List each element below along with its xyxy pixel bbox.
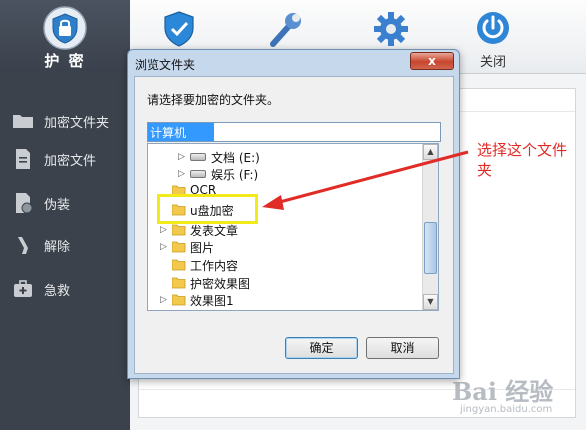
sidebar-item-label: 加密文件 xyxy=(44,154,97,169)
sidebar: 加密文件夹 加密文件 伪装 解除 急救 xyxy=(0,74,130,430)
shield-check-icon xyxy=(164,11,194,47)
tree-item-drive-f[interactable]: ▷ 娱乐 (F:) xyxy=(148,165,418,183)
folder-icon xyxy=(13,115,33,128)
tree-item-label: 娱乐 (F:) xyxy=(211,168,259,182)
sidebar-item-disguise[interactable]: 伪装 xyxy=(0,182,130,224)
folder-icon xyxy=(172,241,186,253)
tree-scrollbar[interactable]: ▲ ▼ xyxy=(422,144,438,310)
tree-item-folder[interactable]: 工作内容 xyxy=(148,256,418,274)
tree-item-label: 护密效果图 xyxy=(190,277,251,291)
toolbar-close-label: 关闭 xyxy=(479,55,506,70)
expand-arrow-icon[interactable]: ▷ xyxy=(178,152,185,162)
selection-highlight-box xyxy=(157,194,258,224)
tree-item-drive-e[interactable]: ▷ 文档 (E:) xyxy=(148,148,418,166)
baidu-watermark: Bai 经验 jingyan.baidu.com xyxy=(452,372,572,422)
toolbar-protect-button[interactable]: 护 密 xyxy=(0,0,130,74)
folder-icon xyxy=(172,277,186,289)
cancel-button[interactable]: 取消 xyxy=(366,337,439,359)
shield-lock-icon xyxy=(43,6,87,50)
expand-arrow-icon[interactable]: ▷ xyxy=(160,295,167,305)
disguise-icon xyxy=(16,193,33,214)
folder-icon xyxy=(172,224,186,236)
watermark-url: jingyan.baidu.com xyxy=(460,404,553,415)
folder-icon xyxy=(172,294,186,306)
toolbar-protect-label: 护 密 xyxy=(44,52,86,70)
sidebar-item-label: 急救 xyxy=(44,284,71,299)
sidebar-item-label: 伪装 xyxy=(44,198,71,213)
sidebar-item-unlock[interactable]: 解除 xyxy=(0,224,130,266)
document-icon xyxy=(16,149,30,169)
scroll-down-arrow-icon[interactable]: ▼ xyxy=(423,294,438,310)
tree-item-label: 工作内容 xyxy=(190,259,239,273)
dialog-close-button[interactable]: x xyxy=(410,52,454,70)
first-aid-icon xyxy=(14,280,32,297)
tree-item-label: 发表文章 xyxy=(190,224,239,238)
expand-arrow-icon[interactable]: ▷ xyxy=(160,242,167,252)
tree-item-label: 图片 xyxy=(190,241,215,255)
wrench-icon xyxy=(270,13,301,47)
close-icon: x xyxy=(428,54,436,68)
tree-item-folder[interactable]: 护密效果图 xyxy=(148,274,418,292)
drive-icon xyxy=(190,170,206,178)
sidebar-item-encrypt-folder[interactable]: 加密文件夹 xyxy=(0,100,130,142)
tree-item-folder[interactable]: ▷ 图片 xyxy=(148,238,418,256)
ok-button[interactable]: 确定 xyxy=(285,337,358,359)
tree-item-label: 效果图1 xyxy=(190,294,234,308)
dialog-prompt: 请选择要加密的文件夹。 xyxy=(147,93,280,107)
annotation-text: 选择这个文件夹 xyxy=(477,141,568,179)
scroll-up-arrow-icon[interactable]: ▲ xyxy=(423,144,438,160)
expand-arrow-icon[interactable]: ▷ xyxy=(178,169,185,179)
power-icon xyxy=(477,12,509,44)
tree-item-label: 文档 (E:) xyxy=(211,151,260,165)
gear-icon xyxy=(374,12,408,46)
sidebar-item-label: 加密文件夹 xyxy=(44,116,110,131)
path-field[interactable] xyxy=(147,122,441,142)
path-input[interactable] xyxy=(148,123,214,141)
sidebar-item-label: 解除 xyxy=(44,240,71,255)
sidebar-item-first-aid[interactable]: 急救 xyxy=(0,268,130,310)
scroll-thumb[interactable] xyxy=(424,222,437,274)
expand-arrow-icon[interactable]: ▷ xyxy=(160,225,167,235)
dialog-title: 浏览文件夹 xyxy=(135,58,196,72)
folder-tree[interactable]: ▷ 文档 (E:) ▷ 娱乐 (F:) OCR u盘加密 ▷ 发表文章 ▷ 图片… xyxy=(147,143,439,311)
drive-icon xyxy=(190,153,206,161)
folder-icon xyxy=(172,259,186,271)
toolbar-close-button[interactable]: 关闭 xyxy=(458,0,528,74)
watermark-brand: Bai 经验 xyxy=(452,377,554,406)
tree-item-folder[interactable]: ▷ 效果图1 xyxy=(148,291,418,309)
unlock-icon xyxy=(18,237,28,254)
sidebar-item-encrypt-file[interactable]: 加密文件 xyxy=(0,138,130,180)
